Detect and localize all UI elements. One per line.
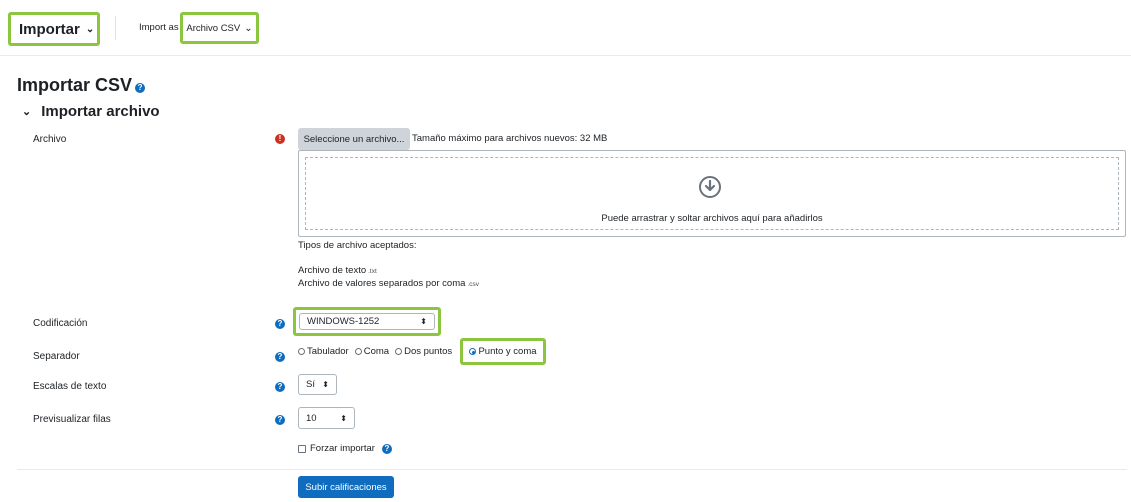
punto-y-coma-highlight: Punto y coma [460,338,546,365]
accepted-type-item: Archivo de valores separados por coma .cs… [298,278,479,289]
required-icon: ! [275,134,285,144]
escalas-select[interactable]: Sí ⬍ [298,374,337,395]
form-divider [17,469,1127,470]
accepted-type-name: Archivo de texto [298,265,367,276]
separador-radio-group: Tabulador Coma Dos puntos [298,346,452,357]
header-divider [0,55,1131,56]
importar-menu-button[interactable]: Importar ⌄ [8,12,100,46]
forzar-importar-row: Forzar importar ? [298,443,392,454]
filepicker-dropzone[interactable]: Puede arrastrar y soltar archivos aquí p… [298,150,1126,237]
accepted-type-ext: .txt [368,268,377,275]
codificacion-value: WINDOWS-1252 [307,316,380,327]
import-as-label: Import as [139,22,179,33]
import-as-select[interactable]: Archivo CSV ⌄ [180,12,259,44]
previsualizar-value: 10 [306,412,317,424]
section-title: Importar archivo [41,103,160,120]
escalas-value: Sí [306,379,315,390]
page-title-wrap: Importar CSV ? [17,75,146,96]
codificacion-label: Codificación [33,318,88,329]
radio-punto-y-coma[interactable]: Punto y coma [469,346,537,357]
separador-label: Separador [33,351,80,362]
help-icon[interactable]: ? [275,415,285,425]
radio-label: Coma [363,346,390,357]
help-icon[interactable]: ? [381,443,392,454]
archivo-label: Archivo [33,134,67,145]
choose-file-button[interactable]: Seleccione un archivo... [298,128,410,150]
radio-label: Dos puntos [404,346,453,357]
help-icon[interactable]: ? [135,82,146,93]
radio-tabulador[interactable]: Tabulador [298,346,349,357]
subir-calificaciones-button[interactable]: Subir calificaciones [298,476,394,498]
radio-dos-puntos[interactable]: Dos puntos [395,346,452,357]
importar-menu-label: Importar [19,20,80,38]
accepted-type-ext: .csv [467,281,479,288]
radio-coma[interactable]: Coma [354,346,390,357]
accepted-type-name: Archivo de valores separados por coma [298,278,466,289]
import-as-value: Archivo CSV [186,22,241,34]
accepted-types-heading: Tipos de archivo aceptados: [298,240,417,251]
forzar-importar-label: Forzar importar [310,443,375,454]
select-arrows-icon: ⬍ [420,317,427,326]
download-icon [698,175,722,199]
codificacion-select[interactable]: WINDOWS-1252 ⬍ [299,313,435,330]
select-arrows-icon: ⬍ [340,413,347,423]
accepted-type-item: Archivo de texto .txt [298,265,377,276]
topbar-divider [115,16,116,40]
select-arrows-icon: ⬍ [322,380,329,389]
previsualizar-label: Previsualizar filas [33,414,111,425]
radio-label: Tabulador [307,346,349,357]
codificacion-highlight: WINDOWS-1252 ⬍ [293,307,441,336]
page-title: Importar CSV [17,75,133,95]
help-icon[interactable]: ? [275,382,285,392]
help-icon[interactable]: ? [275,319,285,329]
radio-label: Punto y coma [478,346,537,357]
previsualizar-select[interactable]: 10 ⬍ [298,407,355,429]
dropzone-text: Puede arrastrar y soltar archivos aquí p… [601,213,823,224]
section-header[interactable]: ⌄ Importar archivo [22,103,160,120]
chevron-down-icon: ⌄ [22,106,32,118]
escalas-label: Escalas de texto [33,381,107,392]
chevron-down-icon: ⌄ [244,22,253,34]
max-size-text: Tamaño máximo para archivos nuevos: 32 M… [412,133,608,144]
forzar-importar-checkbox[interactable] [298,444,306,453]
chevron-down-icon: ⌄ [85,23,95,35]
help-icon[interactable]: ? [275,352,285,362]
